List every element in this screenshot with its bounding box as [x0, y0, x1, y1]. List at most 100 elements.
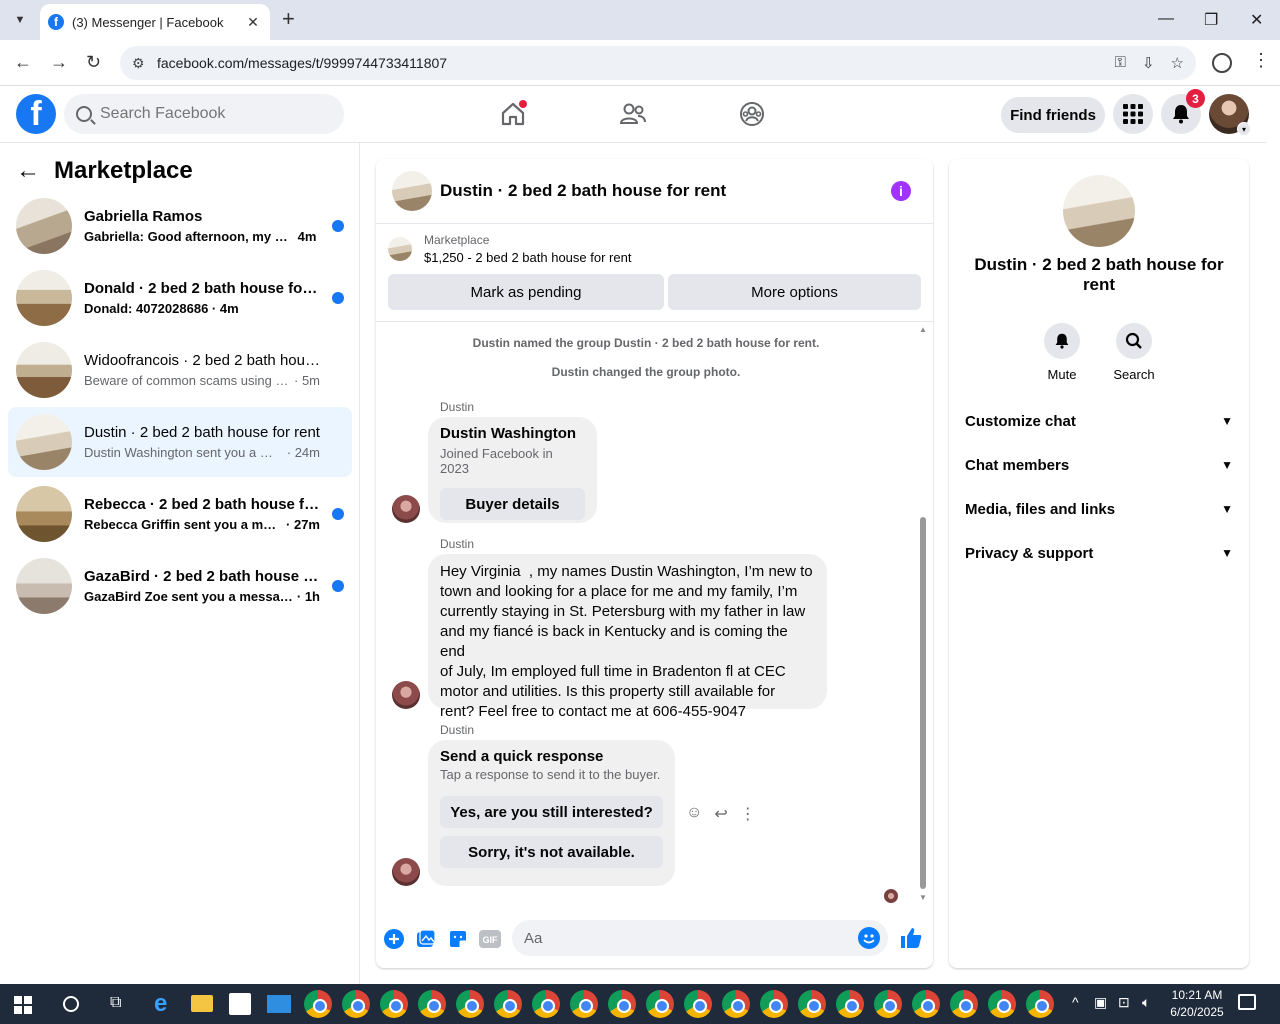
file-explorer-icon[interactable] [191, 995, 213, 1012]
chrome-icon[interactable] [798, 990, 826, 1018]
new-tab-icon[interactable]: + [282, 8, 295, 30]
chat-title[interactable]: Dustin · 2 bed 2 bath house for rent [440, 181, 726, 201]
sticker-icon[interactable] [447, 928, 469, 950]
home-nav[interactable] [497, 98, 529, 130]
mute-action[interactable]: Mute [1032, 323, 1092, 382]
message-bubble[interactable]: Hey Virginia , my names Dustin Washingto… [428, 554, 827, 720]
sender-avatar[interactable] [392, 858, 420, 886]
chrome-icon[interactable] [684, 990, 712, 1018]
quick-response-option[interactable]: Sorry, it's not available. [440, 836, 663, 868]
tab-search-button[interactable]: ▼ [8, 8, 32, 32]
react-icon[interactable]: ☺ [686, 804, 702, 824]
chrome-icon[interactable] [342, 990, 370, 1018]
info-icon[interactable]: i [891, 181, 911, 201]
windows-start-icon[interactable] [14, 996, 32, 1019]
chrome-icon[interactable] [646, 990, 674, 1018]
chrome-icon[interactable] [1026, 990, 1054, 1018]
minimize-icon[interactable]: — [1158, 10, 1174, 28]
friends-nav[interactable] [617, 98, 649, 130]
browser-menu-icon[interactable]: ⋮ [1252, 50, 1270, 71]
facebook-search[interactable] [64, 94, 344, 134]
close-window-icon[interactable]: ✕ [1250, 10, 1263, 30]
chrome-icon[interactable] [494, 990, 522, 1018]
reply-icon[interactable]: ↩ [714, 804, 727, 824]
chrome-icon[interactable] [456, 990, 484, 1018]
scroll-down-icon[interactable]: ▼ [919, 893, 927, 902]
notifications-button[interactable]: 3 [1161, 89, 1205, 134]
marketplace-listing-info[interactable]: Marketplace $1,250 - 2 bed 2 bath house … [388, 233, 631, 265]
task-view-icon[interactable]: ⧉ [110, 994, 121, 1012]
chrome-icon[interactable] [418, 990, 446, 1018]
chrome-icon[interactable] [532, 990, 560, 1018]
back-arrow-icon[interactable]: ← [16, 157, 40, 185]
sender-avatar[interactable] [392, 495, 420, 523]
search-icon[interactable] [63, 996, 79, 1012]
page-scrollbar[interactable] [1266, 86, 1280, 984]
close-tab-icon[interactable]: ✕ [244, 14, 262, 31]
store-icon[interactable] [229, 993, 251, 1015]
site-info-icon[interactable]: ⚙ [132, 55, 150, 72]
conversation-item[interactable]: Donald · 2 bed 2 bath house for ... Dona… [8, 263, 352, 333]
photo-icon[interactable] [415, 928, 437, 950]
quick-response-option[interactable]: Yes, are you still interested? [440, 796, 663, 828]
chrome-icon[interactable] [760, 990, 788, 1018]
message-input[interactable]: Aa [512, 920, 888, 956]
group-photo[interactable] [1063, 175, 1135, 247]
chrome-icon[interactable] [874, 990, 902, 1018]
scroll-up-icon[interactable]: ▲ [919, 325, 927, 334]
tray-chevron-icon[interactable]: ^ [1072, 994, 1079, 1010]
sender-avatar[interactable] [392, 681, 420, 709]
conversation-item[interactable]: Widoofrancois · 2 bed 2 bath hous... Bew… [8, 335, 352, 405]
volume-icon[interactable]: 🔈︎ [1142, 994, 1150, 1011]
facebook-search-input[interactable] [100, 105, 320, 123]
emoji-icon[interactable] [858, 927, 880, 949]
conversation-item[interactable]: Rebecca · 2 bed 2 bath house for... Rebe… [8, 479, 352, 549]
plus-icon[interactable] [383, 928, 405, 950]
account-avatar[interactable]: ▾ [1209, 94, 1251, 136]
customize-chat-section[interactable]: Customize chat ▼ [965, 403, 1233, 439]
tray-icon[interactable]: ▣ [1094, 994, 1107, 1011]
chrome-icon[interactable] [912, 990, 940, 1018]
conversation-item-active[interactable]: Dustin · 2 bed 2 bath house for rent Dus… [8, 407, 352, 477]
reload-icon[interactable]: ↻ [86, 52, 101, 73]
forward-icon[interactable]: → [50, 52, 68, 73]
menu-grid-button[interactable] [1113, 94, 1153, 134]
address-bar[interactable]: ⚙ facebook.com/messages/t/99997447334118… [120, 46, 1196, 80]
mail-icon[interactable] [267, 995, 291, 1013]
privacy-support-section[interactable]: Privacy & support ▼ [965, 535, 1233, 571]
find-friends-button[interactable]: Find friends [1001, 97, 1105, 133]
browser-tab[interactable]: f (3) Messenger | Facebook ✕ [40, 4, 270, 40]
media-files-links-section[interactable]: Media, files and links ▼ [965, 491, 1233, 527]
search-action[interactable]: Search [1104, 323, 1164, 382]
notification-center-icon[interactable] [1238, 994, 1256, 1010]
install-icon[interactable]: ⇩ [1142, 54, 1155, 72]
buyer-details-button[interactable]: Buyer details [440, 488, 585, 520]
chrome-icon[interactable] [836, 990, 864, 1018]
chrome-icon[interactable] [608, 990, 636, 1018]
key-icon[interactable]: ⚿ [1115, 54, 1126, 72]
groups-nav[interactable] [736, 98, 768, 130]
conversation-item[interactable]: GazaBird · 2 bed 2 bath house fo... Gaza… [8, 551, 352, 621]
chat-scrollbar[interactable] [920, 517, 926, 889]
browser-profile-icon[interactable] [1212, 53, 1232, 73]
chrome-icon[interactable] [722, 990, 750, 1018]
chrome-icon[interactable] [304, 990, 332, 1018]
chat-thumbnail[interactable] [392, 171, 432, 211]
restore-icon[interactable]: ❐ [1204, 10, 1218, 30]
system-clock[interactable]: 10:21 AM 6/20/2025 [1166, 987, 1228, 1021]
conversation-item[interactable]: Gabriella Ramos Gabriella: Good afternoo… [8, 191, 352, 261]
chrome-icon[interactable] [950, 990, 978, 1018]
more-icon[interactable]: ⋮ [740, 804, 756, 824]
chrome-icon[interactable] [988, 990, 1016, 1018]
chrome-icon[interactable] [380, 990, 408, 1018]
gif-icon[interactable]: GIF [479, 928, 501, 950]
more-options-button[interactable]: More options [668, 274, 921, 310]
mark-as-pending-button[interactable]: Mark as pending [388, 274, 664, 310]
facebook-logo-icon[interactable]: f [16, 94, 56, 134]
edge-icon[interactable]: e [154, 990, 167, 1018]
network-icon[interactable]: ⊡ [1118, 994, 1130, 1011]
thumbs-up-icon[interactable] [899, 926, 923, 950]
bookmark-star-icon[interactable]: ☆ [1171, 54, 1184, 72]
back-icon[interactable]: ← [14, 52, 32, 73]
chrome-icon[interactable] [570, 990, 598, 1018]
